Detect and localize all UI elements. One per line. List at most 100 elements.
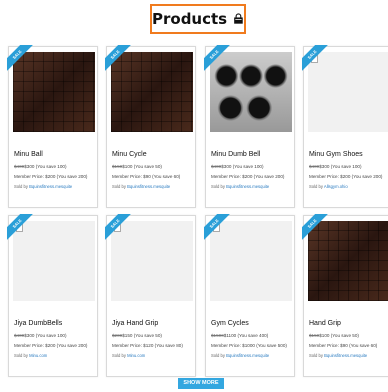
sold-by-label: Sold by <box>309 353 323 358</box>
product-info: Gym Cycles $1500$1100 (You save 400) Mem… <box>211 320 291 358</box>
sold-by-line: Sold by Bquinsfitness.mesquite <box>309 353 388 358</box>
sale-badge: SALE <box>7 214 33 240</box>
old-price: $150 <box>309 333 320 338</box>
product-info: Jiya DumbBells $400$300 (You save 100) M… <box>14 320 94 358</box>
product-info: Hand Grip $150$100 (You save 50) Member … <box>309 320 388 358</box>
sale-badge-label: SALE <box>302 45 328 71</box>
price-line: $400$300 (You save 100) <box>14 164 94 170</box>
product-card[interactable]: SALE Minu Gym Shoes $400$300 (You save 1… <box>302 45 388 208</box>
member-savings: (You save 500) <box>256 343 287 348</box>
member-price-line: Member Price: $90 (You save 60) <box>309 343 388 349</box>
product-info: Minu Cycle $150$100 (You save 50) Member… <box>112 151 192 189</box>
old-price: $1500 <box>211 333 224 338</box>
member-price-label: Member Price: <box>211 343 241 348</box>
savings-text: (You save 50) <box>330 333 359 338</box>
sale-badge: SALE <box>204 45 230 71</box>
sold-by-label: Sold by <box>309 184 323 189</box>
savings-text: (You save 50) <box>133 333 162 338</box>
product-card[interactable]: SALE Gym Cycles $1500$1100 (You save 400… <box>204 214 295 377</box>
sale-price: $300 <box>319 164 330 169</box>
sold-by-line: Sold by Allsgym.ohio <box>309 184 388 189</box>
sold-by-line: Sold by Minu.com <box>112 353 192 358</box>
member-savings: (You save 60) <box>349 343 378 348</box>
product-card[interactable]: SALE Minu Cycle $150$100 (You save 50) M… <box>105 45 196 208</box>
sold-by-label: Sold by <box>211 353 225 358</box>
seller-link[interactable]: Minu.com <box>29 353 47 358</box>
member-price-line: Member Price: $200 (You save 200) <box>211 174 291 180</box>
product-name[interactable]: Jiya DumbBells <box>14 320 94 327</box>
sold-by-line: Sold by Bquinsfitness.mesquite <box>211 184 291 189</box>
sold-by-line: Sold by Bquinsfitness.mesquite <box>211 353 291 358</box>
old-price: $200 <box>112 333 123 338</box>
shopping-bag-icon <box>234 13 243 24</box>
sale-badge-label: SALE <box>7 45 33 71</box>
member-price-line: Member Price: $1000 (You save 500) <box>211 343 291 349</box>
sold-by-line: Sold by Bquinsfitness.mesquite <box>112 184 192 189</box>
seller-link[interactable]: Bquinsfitness.mesquite <box>29 184 72 189</box>
price-line: $400$300 (You save 100) <box>211 164 291 170</box>
product-name[interactable]: Hand Grip <box>309 320 388 327</box>
product-card[interactable]: SALE Jiya Hand Grip $200$150 (You save 5… <box>105 214 196 377</box>
sale-badge: SALE <box>302 45 328 71</box>
member-price-line: Member Price: $90 (You save 60) <box>112 174 192 180</box>
product-card[interactable]: SALE Minu Ball $400$300 (You save 100) M… <box>7 45 98 208</box>
savings-text: (You save 100) <box>330 164 362 169</box>
member-price-label: Member Price: <box>309 174 339 179</box>
member-price-label: Member Price: <box>14 343 44 348</box>
member-price: $90 <box>143 174 151 179</box>
sale-badge: SALE <box>302 214 328 240</box>
seller-link[interactable]: Bquinsfitness.mesquite <box>324 353 367 358</box>
product-info: Minu Gym Shoes $400$300 (You save 100) M… <box>309 151 388 189</box>
member-price-label: Member Price: <box>211 174 241 179</box>
member-price-label: Member Price: <box>112 343 142 348</box>
sale-price: $300 <box>24 333 35 338</box>
product-card[interactable]: SALE Minu Dumb Bell $400$300 (You save 1… <box>204 45 295 208</box>
sale-price: $1100 <box>223 333 237 338</box>
seller-link[interactable]: Bquinsfitness.mesquite <box>226 184 269 189</box>
seller-link[interactable]: Minu.com <box>127 353 145 358</box>
product-name[interactable]: Minu Dumb Bell <box>211 151 291 158</box>
price-line: $150$100 (You save 50) <box>112 164 192 170</box>
product-name[interactable]: Jiya Hand Grip <box>112 320 192 327</box>
member-price-line: Member Price: $200 (You save 200) <box>309 174 388 180</box>
old-price: $150 <box>112 164 123 169</box>
sale-badge-label: SALE <box>204 45 230 71</box>
sale-badge: SALE <box>204 214 230 240</box>
sale-price: $300 <box>221 164 232 169</box>
sale-badge: SALE <box>105 45 131 71</box>
product-card[interactable]: SALE Jiya DumbBells $400$300 (You save 1… <box>7 214 98 377</box>
seller-link[interactable]: Bquinsfitness.mesquite <box>127 184 170 189</box>
member-price: $90 <box>340 343 348 348</box>
show-more-button[interactable]: SHOW MORE <box>178 378 224 389</box>
member-price-label: Member Price: <box>14 174 44 179</box>
price-line: $1500$1100 (You save 400) <box>211 333 291 339</box>
product-info: Jiya Hand Grip $200$150 (You save 50) Me… <box>112 320 192 358</box>
member-savings: (You save 200) <box>56 174 88 179</box>
member-price: $120 <box>143 343 154 348</box>
member-price: $200 <box>45 174 56 179</box>
savings-text: (You save 400) <box>237 333 269 338</box>
product-name[interactable]: Gym Cycles <box>211 320 291 327</box>
product-name[interactable]: Minu Cycle <box>112 151 192 158</box>
product-card[interactable]: SALE Hand Grip $150$100 (You save 50) Me… <box>302 214 388 377</box>
member-price: $200 <box>340 174 351 179</box>
member-price: $200 <box>242 174 253 179</box>
savings-text: (You save 100) <box>232 164 264 169</box>
member-price: $200 <box>45 343 56 348</box>
product-name[interactable]: Minu Ball <box>14 151 94 158</box>
member-savings: (You save 200) <box>253 174 285 179</box>
sold-by-line: Sold by Bquinsfitness.mesquite <box>14 184 94 189</box>
sale-badge-label: SALE <box>105 45 131 71</box>
product-name[interactable]: Minu Gym Shoes <box>309 151 388 158</box>
member-savings: (You save 200) <box>351 174 383 179</box>
seller-link[interactable]: Allsgym.ohio <box>324 184 348 189</box>
sale-badge-label: SALE <box>105 214 131 240</box>
old-price: $400 <box>14 164 25 169</box>
sale-price: $150 <box>122 333 133 338</box>
seller-link[interactable]: Bquinsfitness.mesquite <box>226 353 269 358</box>
savings-text: (You save 100) <box>35 164 67 169</box>
old-price: $400 <box>14 333 25 338</box>
sold-by-label: Sold by <box>211 184 225 189</box>
member-price-line: Member Price: $200 (You save 200) <box>14 174 94 180</box>
sale-price: $300 <box>24 164 35 169</box>
